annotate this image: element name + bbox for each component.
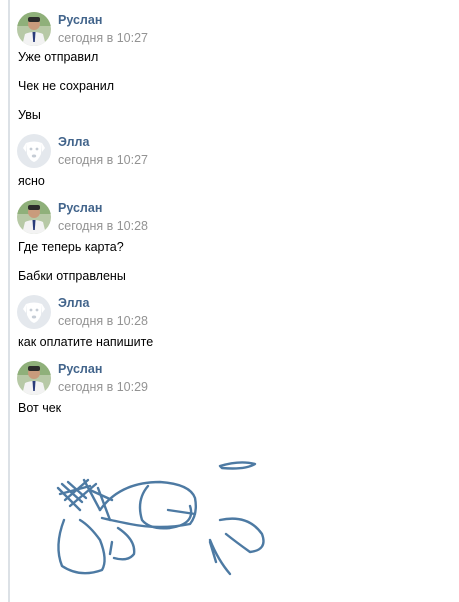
message-text: Увы (18, 108, 41, 122)
user-photo-icon (17, 200, 51, 234)
avatar[interactable] (17, 361, 51, 395)
timestamp[interactable]: сегодня в 10:27 (58, 153, 148, 167)
message-header: Элла сегодня в 10:28 (17, 295, 437, 331)
message-header: Руслан сегодня в 10:29 (17, 361, 437, 397)
message-text: как оплатите напишите (18, 335, 154, 349)
timestamp[interactable]: сегодня в 10:29 (58, 380, 148, 394)
avatar[interactable] (17, 12, 51, 46)
message-text: Чек не сохранил (18, 79, 115, 93)
author-link[interactable]: Руслан (58, 362, 102, 376)
message-text: Где теперь карта? (18, 240, 124, 254)
deactivated-dog-icon (17, 134, 51, 168)
message-feed: Руслан сегодня в 10:27 Уже отправил Чек … (0, 0, 459, 602)
message-header: Руслан сегодня в 10:28 (17, 200, 437, 236)
timestamp[interactable]: сегодня в 10:28 (58, 219, 148, 233)
message-text: Уже отправил (18, 50, 99, 64)
message-header: Элла сегодня в 10:27 (17, 134, 437, 170)
user-photo-icon (17, 361, 51, 395)
message-text: ясно (18, 174, 45, 188)
message-header: Руслан сегодня в 10:27 (17, 12, 437, 48)
deactivated-dog-icon (17, 295, 51, 329)
author-link[interactable]: Руслан (58, 201, 102, 215)
avatar[interactable] (17, 134, 51, 168)
message-text: Бабки отправлены (18, 269, 126, 283)
avatar[interactable] (17, 295, 51, 329)
author-link[interactable]: Элла (58, 135, 89, 149)
author-link[interactable]: Руслан (58, 13, 102, 27)
hand-drawn-sketch[interactable] (40, 450, 280, 590)
user-photo-icon (17, 12, 51, 46)
message-text: Вот чек (18, 401, 62, 415)
author-link[interactable]: Элла (58, 296, 89, 310)
avatar[interactable] (17, 200, 51, 234)
timestamp[interactable]: сегодня в 10:28 (58, 314, 148, 328)
timestamp[interactable]: сегодня в 10:27 (58, 31, 148, 45)
